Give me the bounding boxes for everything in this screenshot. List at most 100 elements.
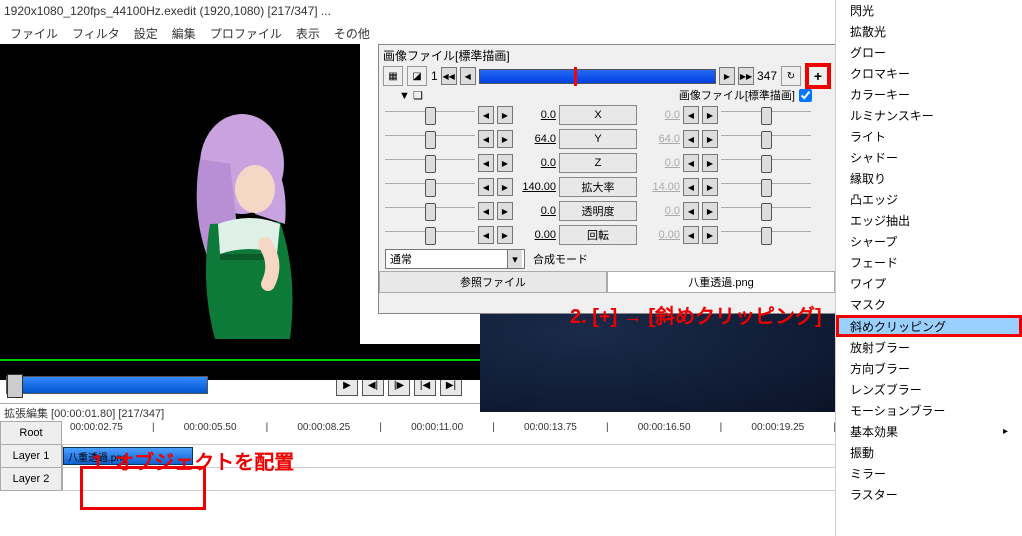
dec-icon[interactable]: ◀ bbox=[478, 154, 494, 172]
add-filter-button[interactable]: + bbox=[805, 63, 831, 89]
param-slider-l[interactable] bbox=[385, 207, 475, 216]
filter-menu-item[interactable]: ルミナンスキー bbox=[836, 105, 1022, 126]
param-slider-r[interactable] bbox=[721, 159, 811, 168]
blend-mode-select[interactable]: 通常 bbox=[385, 249, 525, 269]
filter-menu-item[interactable]: 凸エッジ bbox=[836, 189, 1022, 210]
filter-menu-item[interactable]: レンズブラー bbox=[836, 379, 1022, 400]
root-button[interactable]: Root bbox=[0, 421, 62, 445]
dec-icon[interactable]: ◀ bbox=[683, 226, 699, 244]
param-slider-r[interactable] bbox=[721, 231, 811, 240]
ref-file-value[interactable]: 八重透過.png bbox=[607, 271, 835, 293]
param-value-r[interactable]: 0.0 bbox=[640, 109, 680, 121]
camera-icon[interactable]: ▦ bbox=[383, 66, 403, 86]
inc-icon[interactable]: ▶ bbox=[702, 178, 718, 196]
filter-menu-item[interactable]: マスク bbox=[836, 294, 1022, 315]
menu-profile[interactable]: プロファイル bbox=[210, 25, 282, 42]
dec-icon[interactable]: ◀ bbox=[478, 130, 494, 148]
time-ruler[interactable]: 00:00:02.75|00:00:05.50|00:00:08.25|00:0… bbox=[62, 422, 836, 444]
inc-icon[interactable]: ▶ bbox=[497, 154, 513, 172]
param-slider-l[interactable] bbox=[385, 231, 475, 240]
param-name-button[interactable]: 透明度 bbox=[559, 201, 637, 221]
inc-icon[interactable]: ▶ bbox=[497, 226, 513, 244]
menu-edit[interactable]: 編集 bbox=[172, 25, 196, 42]
filter-context-menu[interactable]: 閃光拡散光グロークロマキーカラーキールミナンスキーライトシャドー縁取り凸エッジエ… bbox=[835, 0, 1022, 536]
param-value-r[interactable]: 0.00 bbox=[640, 229, 680, 241]
menu-bar[interactable]: ファイル フィルタ 設定 編集 プロファイル 表示 その他 bbox=[0, 22, 836, 44]
menu-settings[interactable]: 設定 bbox=[134, 25, 158, 42]
menu-view[interactable]: 表示 bbox=[296, 25, 320, 42]
dec-icon[interactable]: ◀ bbox=[683, 178, 699, 196]
filter-menu-item[interactable]: フェード bbox=[836, 252, 1022, 273]
inc-icon[interactable]: ▶ bbox=[702, 202, 718, 220]
param-slider-l[interactable] bbox=[385, 135, 475, 144]
filter-menu-item[interactable]: 斜めクリッピング bbox=[836, 315, 1022, 337]
dec-icon[interactable]: ◀ bbox=[478, 106, 494, 124]
filter-menu-item[interactable]: 基本効果 bbox=[836, 421, 1022, 442]
inc-icon[interactable]: ▶ bbox=[497, 106, 513, 124]
param-value-r[interactable]: 0.0 bbox=[640, 205, 680, 217]
dec-icon[interactable]: ◀ bbox=[683, 106, 699, 124]
param-slider-l[interactable] bbox=[385, 183, 475, 192]
ref-file-button[interactable]: 参照ファイル bbox=[379, 271, 607, 293]
dec-icon[interactable]: ◀ bbox=[478, 226, 494, 244]
filter-menu-item[interactable]: 放射ブラー bbox=[836, 337, 1022, 358]
next-next-icon[interactable]: ▶▶ bbox=[738, 67, 754, 85]
filter-menu-item[interactable]: モーションブラー bbox=[836, 400, 1022, 421]
filter-menu-item[interactable]: ワイプ bbox=[836, 273, 1022, 294]
param-name-button[interactable]: X bbox=[559, 105, 637, 125]
param-slider-l[interactable] bbox=[385, 111, 475, 120]
inc-icon[interactable]: ▶ bbox=[497, 178, 513, 196]
inc-icon[interactable]: ▶ bbox=[702, 226, 718, 244]
param-value-l[interactable]: 0.00 bbox=[516, 229, 556, 241]
inc-icon[interactable]: ▶ bbox=[702, 154, 718, 172]
filter-menu-item[interactable]: 拡散光 bbox=[836, 21, 1022, 42]
prev-icon[interactable]: ◀ bbox=[460, 67, 476, 85]
param-name-button[interactable]: Z bbox=[559, 153, 637, 173]
filter-menu-item[interactable]: ミラー bbox=[836, 463, 1022, 484]
dec-icon[interactable]: ◀ bbox=[683, 202, 699, 220]
param-slider-r[interactable] bbox=[721, 207, 811, 216]
filter-menu-item[interactable]: エッジ抽出 bbox=[836, 210, 1022, 231]
filter-menu-item[interactable]: 縁取り bbox=[836, 168, 1022, 189]
filter-menu-item[interactable]: クロマキー bbox=[836, 63, 1022, 84]
param-slider-l[interactable] bbox=[385, 159, 475, 168]
dec-icon[interactable]: ◀ bbox=[478, 202, 494, 220]
filter-menu-item[interactable]: 閃光 bbox=[836, 0, 1022, 21]
param-value-l[interactable]: 0.0 bbox=[516, 109, 556, 121]
filter-menu-item[interactable]: シャドー bbox=[836, 147, 1022, 168]
prev-prev-icon[interactable]: ◀◀ bbox=[441, 67, 457, 85]
param-value-l[interactable]: 0.0 bbox=[516, 205, 556, 217]
tool-icon[interactable]: ◪ bbox=[407, 66, 427, 86]
filter-menu-item[interactable]: 方向ブラー bbox=[836, 358, 1022, 379]
menu-other[interactable]: その他 bbox=[334, 25, 370, 42]
param-name-button[interactable]: 拡大率 bbox=[559, 177, 637, 197]
param-name-button[interactable]: Y bbox=[559, 129, 637, 149]
dec-icon[interactable]: ◀ bbox=[683, 154, 699, 172]
param-name-button[interactable]: 回転 bbox=[559, 225, 637, 245]
param-value-l[interactable]: 140.00 bbox=[516, 181, 556, 193]
param-value-r[interactable]: 64.0 bbox=[640, 133, 680, 145]
filter-menu-item[interactable]: カラーキー bbox=[836, 84, 1022, 105]
filter-menu-item[interactable]: ラスター bbox=[836, 484, 1022, 505]
next-icon[interactable]: ▶ bbox=[719, 67, 735, 85]
param-slider-r[interactable] bbox=[721, 111, 811, 120]
dec-icon[interactable]: ◀ bbox=[478, 178, 494, 196]
param-value-l[interactable]: 0.0 bbox=[516, 157, 556, 169]
param-slider-r[interactable] bbox=[721, 183, 811, 192]
refresh-icon[interactable]: ↻ bbox=[781, 66, 801, 86]
inc-icon[interactable]: ▶ bbox=[702, 106, 718, 124]
layer-1-label[interactable]: Layer 1 bbox=[0, 444, 62, 468]
frame-slider[interactable] bbox=[479, 69, 716, 84]
layer-2-label[interactable]: Layer 2 bbox=[0, 467, 62, 491]
menu-file[interactable]: ファイル bbox=[10, 25, 58, 42]
inc-icon[interactable]: ▶ bbox=[497, 130, 513, 148]
param-slider-r[interactable] bbox=[721, 135, 811, 144]
param-value-r[interactable]: 14.00 bbox=[640, 181, 680, 193]
seek-slider[interactable] bbox=[6, 376, 208, 394]
filter-menu-item[interactable]: ライト bbox=[836, 126, 1022, 147]
param-value-l[interactable]: 64.0 bbox=[516, 133, 556, 145]
menu-filter[interactable]: フィルタ bbox=[72, 25, 120, 42]
param-value-r[interactable]: 0.0 bbox=[640, 157, 680, 169]
inc-icon[interactable]: ▶ bbox=[702, 130, 718, 148]
filter-menu-item[interactable]: 振動 bbox=[836, 442, 1022, 463]
